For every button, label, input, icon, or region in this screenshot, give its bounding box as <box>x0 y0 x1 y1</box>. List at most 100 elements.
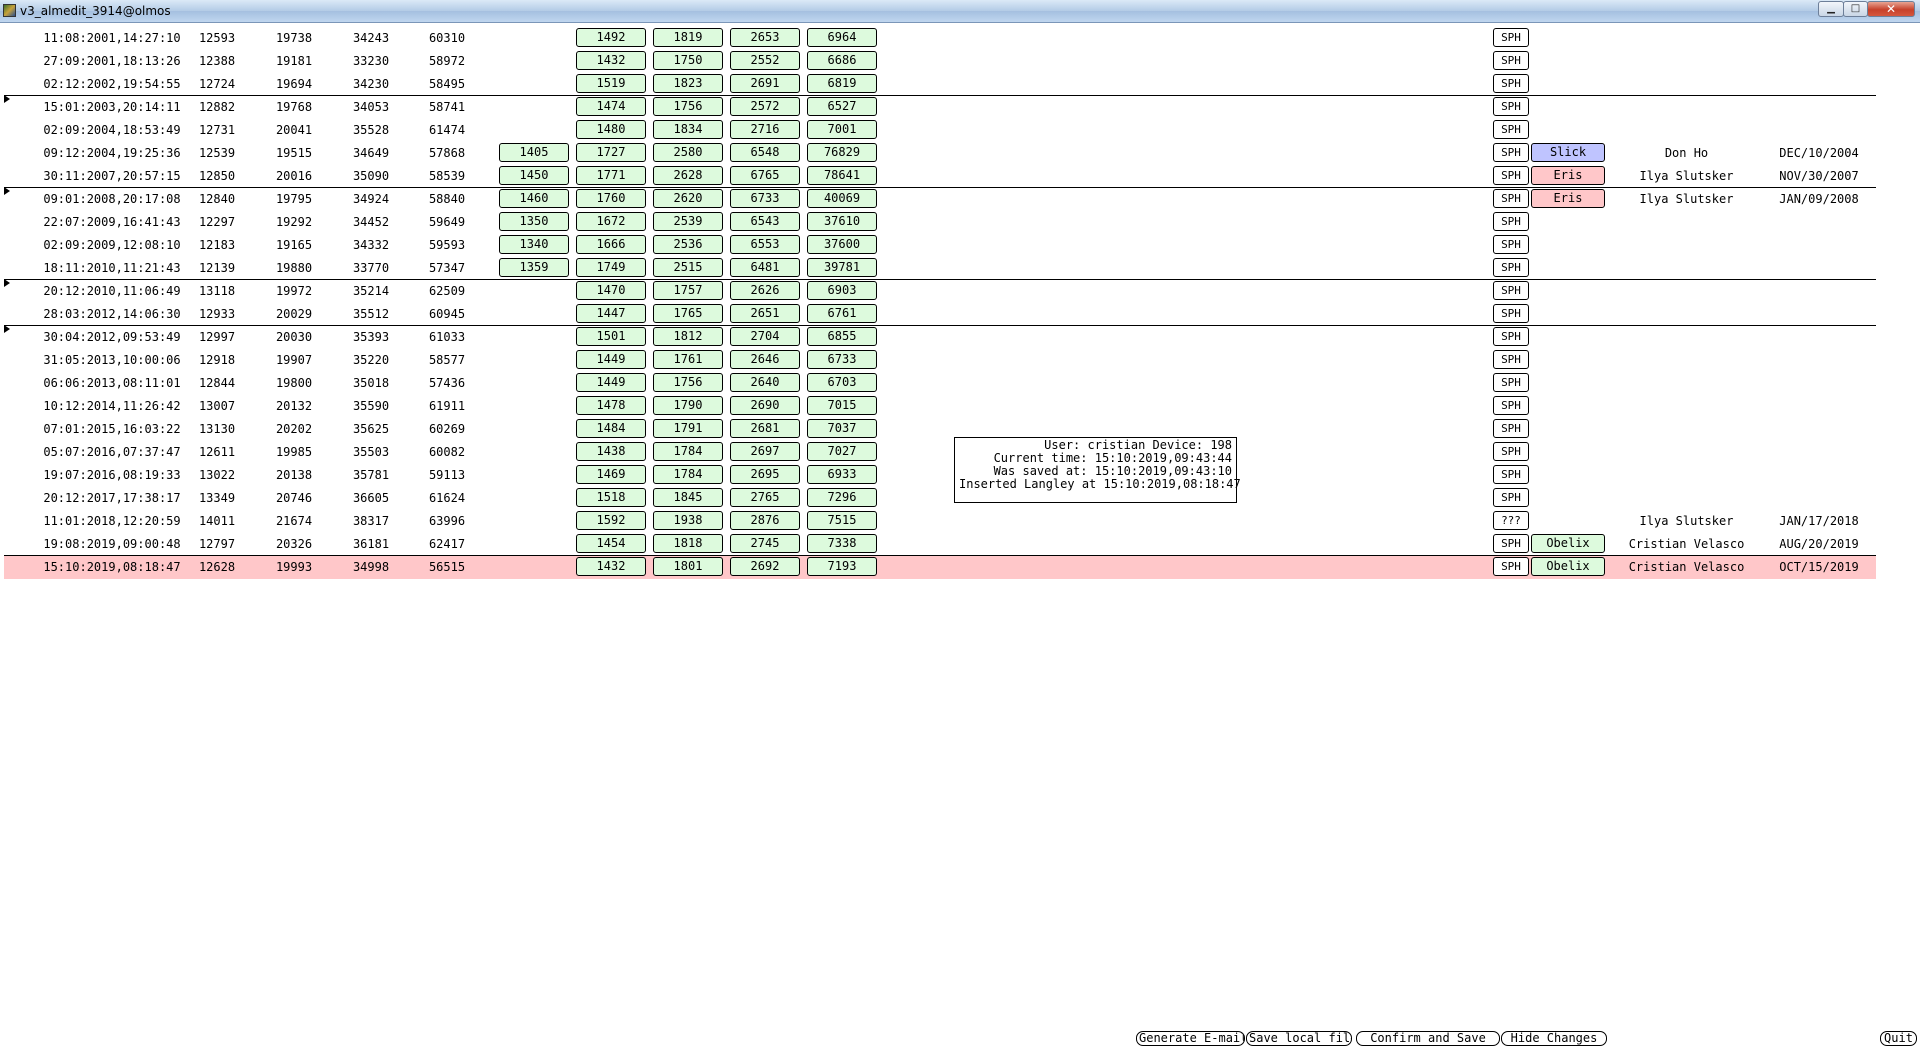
value-box[interactable]: 1784 <box>653 465 723 484</box>
sph-button[interactable]: SPH <box>1493 488 1529 507</box>
value-box[interactable]: 1845 <box>653 488 723 507</box>
confirm-and-save-button[interactable]: Confirm and Save <box>1356 1031 1500 1046</box>
sph-button[interactable]: SPH <box>1493 166 1529 185</box>
value-box[interactable]: 2536 <box>653 235 723 254</box>
value-box[interactable]: 2691 <box>730 74 800 93</box>
value-box[interactable]: 37610 <box>807 212 877 231</box>
sph-button[interactable]: SPH <box>1493 350 1529 369</box>
sph-button[interactable]: SPH <box>1493 442 1529 461</box>
value-box[interactable]: 7515 <box>807 511 877 530</box>
status-tag-button[interactable]: Obelix <box>1531 534 1605 553</box>
value-box[interactable]: 6527 <box>807 97 877 116</box>
value-box[interactable]: 1480 <box>576 120 646 139</box>
value-box[interactable]: 6903 <box>807 281 877 300</box>
value-box[interactable]: 1501 <box>576 327 646 346</box>
value-box[interactable]: 2552 <box>730 51 800 70</box>
maximize-button[interactable]: □ <box>1843 1 1868 17</box>
status-tag-button[interactable]: Eris <box>1531 189 1605 208</box>
sph-button[interactable]: SPH <box>1493 120 1529 139</box>
value-box[interactable]: 1518 <box>576 488 646 507</box>
value-box[interactable]: 1350 <box>499 212 569 231</box>
value-box[interactable]: 7296 <box>807 488 877 507</box>
value-box[interactable]: 6933 <box>807 465 877 484</box>
value-box[interactable]: 6733 <box>807 350 877 369</box>
value-box[interactable]: 1432 <box>576 557 646 576</box>
value-box[interactable]: 1438 <box>576 442 646 461</box>
sph-button[interactable]: SPH <box>1493 258 1529 277</box>
value-box[interactable]: 6819 <box>807 74 877 93</box>
value-box[interactable]: 1450 <box>499 166 569 185</box>
value-box[interactable]: 2539 <box>653 212 723 231</box>
value-box[interactable]: 7037 <box>807 419 877 438</box>
sph-button[interactable]: SPH <box>1493 235 1529 254</box>
sph-button[interactable]: SPH <box>1493 51 1529 70</box>
sph-button[interactable]: ??? <box>1493 511 1529 530</box>
value-box[interactable]: 1938 <box>653 511 723 530</box>
hide-changes-button[interactable]: Hide Changes <box>1501 1031 1607 1046</box>
value-box[interactable]: 2765 <box>730 488 800 507</box>
generate-email-button[interactable]: Generate E-mail <box>1136 1031 1245 1046</box>
value-box[interactable]: 1819 <box>653 28 723 47</box>
sph-button[interactable]: SPH <box>1493 74 1529 93</box>
value-box[interactable]: 1750 <box>653 51 723 70</box>
value-box[interactable]: 1801 <box>653 557 723 576</box>
value-box[interactable]: 2690 <box>730 396 800 415</box>
value-box[interactable]: 6686 <box>807 51 877 70</box>
value-box[interactable]: 6765 <box>730 166 800 185</box>
value-box[interactable]: 1340 <box>499 235 569 254</box>
sph-button[interactable]: SPH <box>1493 396 1529 415</box>
close-button[interactable]: ✕ <box>1867 1 1915 17</box>
quit-button[interactable]: Quit <box>1880 1031 1917 1046</box>
value-box[interactable]: 2646 <box>730 350 800 369</box>
value-box[interactable]: 6761 <box>807 304 877 323</box>
value-box[interactable]: 2515 <box>653 258 723 277</box>
value-box[interactable]: 1447 <box>576 304 646 323</box>
value-box[interactable]: 6543 <box>730 212 800 231</box>
value-box[interactable]: 6548 <box>730 143 800 162</box>
value-box[interactable]: 2620 <box>653 189 723 208</box>
value-box[interactable]: 1460 <box>499 189 569 208</box>
value-box[interactable]: 6703 <box>807 373 877 392</box>
value-box[interactable]: 1761 <box>653 350 723 369</box>
value-box[interactable]: 2651 <box>730 304 800 323</box>
value-box[interactable]: 2697 <box>730 442 800 461</box>
value-box[interactable]: 1359 <box>499 258 569 277</box>
sph-button[interactable]: SPH <box>1493 143 1529 162</box>
value-box[interactable]: 1771 <box>576 166 646 185</box>
value-box[interactable]: 39781 <box>807 258 877 277</box>
value-box[interactable]: 1727 <box>576 143 646 162</box>
value-box[interactable]: 1454 <box>576 534 646 553</box>
value-box[interactable]: 2745 <box>730 534 800 553</box>
minimize-button[interactable]: ▁ <box>1818 1 1844 17</box>
value-box[interactable]: 1474 <box>576 97 646 116</box>
value-box[interactable]: 1405 <box>499 143 569 162</box>
value-box[interactable]: 7001 <box>807 120 877 139</box>
value-box[interactable]: 2681 <box>730 419 800 438</box>
value-box[interactable]: 1519 <box>576 74 646 93</box>
value-box[interactable]: 7193 <box>807 557 877 576</box>
value-box[interactable]: 2716 <box>730 120 800 139</box>
value-box[interactable]: 1784 <box>653 442 723 461</box>
value-box[interactable]: 6553 <box>730 235 800 254</box>
status-tag-button[interactable]: Slick <box>1531 143 1605 162</box>
sph-button[interactable]: SPH <box>1493 557 1529 576</box>
sph-button[interactable]: SPH <box>1493 281 1529 300</box>
value-box[interactable]: 1756 <box>653 373 723 392</box>
value-box[interactable]: 7338 <box>807 534 877 553</box>
value-box[interactable]: 2704 <box>730 327 800 346</box>
value-box[interactable]: 1469 <box>576 465 646 484</box>
sph-button[interactable]: SPH <box>1493 97 1529 116</box>
value-box[interactable]: 7015 <box>807 396 877 415</box>
value-box[interactable]: 2695 <box>730 465 800 484</box>
sph-button[interactable]: SPH <box>1493 189 1529 208</box>
value-box[interactable]: 1592 <box>576 511 646 530</box>
sph-button[interactable]: SPH <box>1493 28 1529 47</box>
value-box[interactable]: 1791 <box>653 419 723 438</box>
sph-button[interactable]: SPH <box>1493 465 1529 484</box>
value-box[interactable]: 1478 <box>576 396 646 415</box>
value-box[interactable]: 37600 <box>807 235 877 254</box>
value-box[interactable]: 1492 <box>576 28 646 47</box>
sph-button[interactable]: SPH <box>1493 212 1529 231</box>
value-box[interactable]: 1666 <box>576 235 646 254</box>
value-box[interactable]: 78641 <box>807 166 877 185</box>
